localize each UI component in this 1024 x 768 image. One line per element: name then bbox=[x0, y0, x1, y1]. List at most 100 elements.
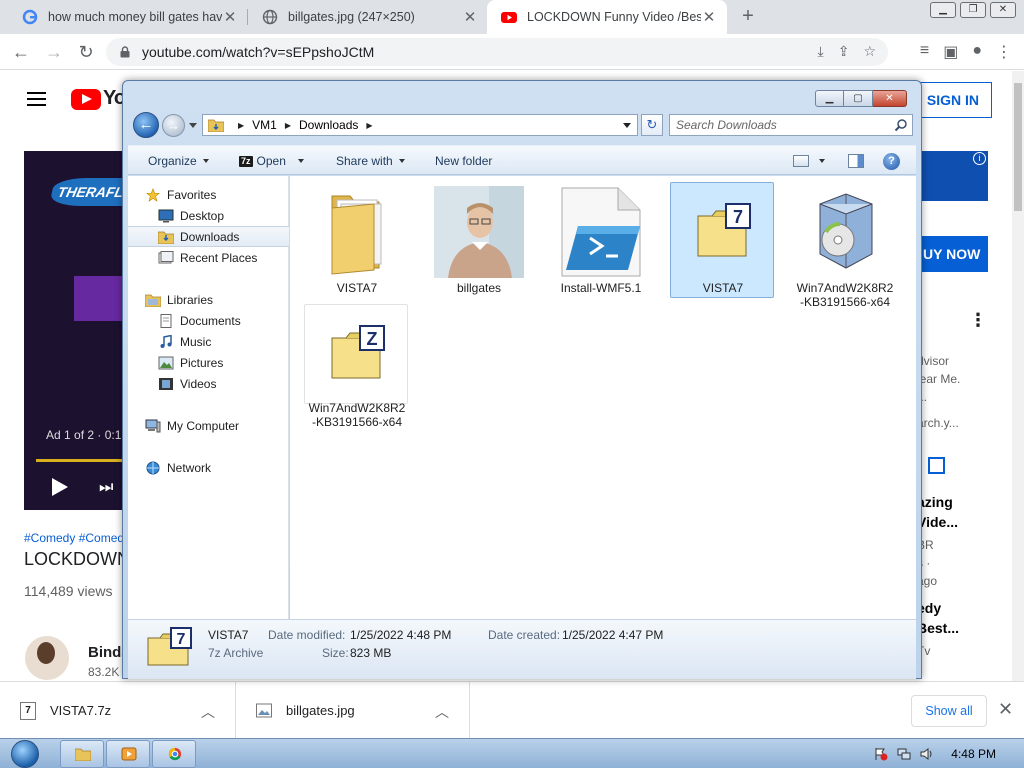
close-shelf-icon[interactable]: ✕ bbox=[998, 699, 1013, 720]
file-item-vista7-archive[interactable]: 7 VISTA7 bbox=[670, 182, 774, 298]
documents-icon bbox=[160, 313, 172, 328]
menu-kebab-icon[interactable]: ⋮ bbox=[996, 42, 1012, 62]
video-player[interactable]: THERAFLU Ad 1 of 2 · 0:1 ⏭ bbox=[24, 151, 124, 510]
scrollbar-thumb[interactable] bbox=[1014, 83, 1022, 211]
address-bar[interactable]: youtube.com/watch?v=sEPpshoJCtM ⤓ ⇪ ☆ bbox=[106, 38, 888, 66]
forward-arrow-icon[interactable]: → bbox=[43, 41, 65, 63]
organize-button[interactable]: Organize bbox=[148, 146, 209, 176]
nav-my-computer[interactable]: My Computer bbox=[128, 415, 289, 436]
help-button[interactable]: ? bbox=[883, 146, 900, 176]
related-video-title-line2[interactable]: Vide... bbox=[917, 514, 958, 530]
explorer-close-button[interactable]: ✕ bbox=[873, 90, 907, 107]
restore-button[interactable]: ❐ bbox=[960, 2, 986, 18]
more-options-icon[interactable]: ⋮ bbox=[969, 310, 987, 331]
breadcrumb[interactable]: ▶ VM1 ▶ Downloads ▶ bbox=[202, 114, 638, 136]
chevron-up-icon[interactable]: ︿ bbox=[201, 702, 215, 722]
new-tab-button[interactable]: + bbox=[737, 5, 759, 27]
share-with-button[interactable]: Share with bbox=[336, 146, 405, 176]
download-item-vista7[interactable]: 7 VISTA7.7z ︿ bbox=[0, 682, 236, 739]
close-button[interactable]: ✕ bbox=[990, 2, 1016, 18]
ad-info-icon[interactable]: i bbox=[973, 152, 986, 165]
file-item-win7-installer[interactable]: Win7AndW2K8R2 -KB3191566-x64 bbox=[792, 182, 896, 309]
tab-billgates-image[interactable]: billgates.jpg (247×250) ✕ bbox=[248, 0, 488, 34]
youtube-logo-icon[interactable] bbox=[71, 89, 101, 110]
download-item-billgates[interactable]: billgates.jpg ︿ bbox=[236, 682, 470, 739]
video-hashtags[interactable]: #Comedy #Comed bbox=[24, 531, 124, 545]
file-item-billgates[interactable]: billgates bbox=[426, 182, 530, 298]
breadcrumb-arrow-icon[interactable]: ▶ bbox=[285, 121, 291, 130]
share-icon[interactable]: ⇪ bbox=[838, 43, 850, 60]
bookmark-star-icon[interactable]: ☆ bbox=[863, 43, 876, 60]
reload-icon[interactable]: ↻ bbox=[75, 41, 97, 63]
chevron-up-icon[interactable]: ︿ bbox=[435, 702, 449, 722]
external-link-icon[interactable] bbox=[928, 457, 945, 474]
play-icon[interactable] bbox=[52, 478, 68, 496]
taskbar-clock[interactable]: 4:48 PM bbox=[951, 747, 996, 761]
media-control-icon[interactable]: ≡ bbox=[920, 42, 929, 62]
tab-google-search[interactable]: how much money bill gates have ✕ bbox=[8, 0, 248, 34]
hamburger-menu-icon[interactable] bbox=[27, 92, 46, 106]
command-bar: Organize 7z Open Share with New folder ? bbox=[128, 145, 916, 175]
channel-avatar[interactable] bbox=[25, 636, 69, 680]
nav-network[interactable]: Network bbox=[128, 457, 289, 478]
nav-videos[interactable]: Videos bbox=[128, 373, 289, 394]
back-arrow-icon[interactable]: ← bbox=[10, 41, 32, 63]
buy-now-button[interactable]: UY NOW bbox=[917, 236, 988, 272]
minimize-button[interactable]: ▁ bbox=[930, 2, 956, 18]
page-scrollbar[interactable] bbox=[1012, 71, 1024, 681]
related-video-2-title-line2[interactable]: Best... bbox=[917, 620, 959, 636]
address-history-dropdown-icon[interactable] bbox=[623, 123, 631, 128]
tab-close-icon[interactable]: ✕ bbox=[462, 8, 478, 26]
show-all-downloads-button[interactable]: Show all bbox=[911, 695, 987, 727]
nav-recent-places[interactable]: Recent Places bbox=[128, 247, 289, 268]
taskbar-media-player-button[interactable] bbox=[106, 740, 150, 768]
sign-in-button[interactable]: SIGN IN bbox=[915, 82, 992, 118]
breadcrumb-arrow-icon[interactable]: ▶ bbox=[366, 121, 372, 130]
next-icon[interactable]: ⏭ bbox=[99, 479, 113, 497]
explorer-maximize-button[interactable]: ▢ bbox=[844, 90, 873, 107]
refresh-icon[interactable]: ↻ bbox=[641, 114, 663, 136]
file-item-win7-archive[interactable]: Z Win7AndW2K8R2 -KB3191566-x64 bbox=[304, 304, 408, 429]
profile-avatar-icon[interactable]: ● bbox=[972, 42, 982, 62]
volume-icon[interactable] bbox=[920, 747, 934, 761]
svg-text:Z: Z bbox=[367, 329, 378, 349]
taskbar-chrome-button[interactable] bbox=[152, 740, 196, 768]
new-folder-button[interactable]: New folder bbox=[435, 146, 492, 176]
action-center-flag-icon[interactable] bbox=[874, 747, 888, 761]
file-item-install-wmf[interactable]: Install-WMF5.1 bbox=[548, 182, 652, 298]
search-box[interactable] bbox=[669, 114, 913, 136]
install-app-icon[interactable]: ⤓ bbox=[818, 43, 824, 60]
change-view-button[interactable] bbox=[793, 146, 825, 176]
related-video-title[interactable]: azing bbox=[917, 494, 953, 510]
tab-youtube-video[interactable]: LOCKDOWN Funny Video /Best / ✕ bbox=[487, 0, 727, 34]
details-pane: 7 VISTA7 7z Archive Date modified: 1/25/… bbox=[128, 619, 916, 679]
forward-arrow-icon[interactable]: → bbox=[162, 114, 185, 137]
file-item-vista7-folder[interactable]: VISTA7 bbox=[304, 182, 408, 298]
network-icon[interactable] bbox=[897, 747, 911, 761]
explorer-minimize-button[interactable]: ▁ bbox=[815, 90, 844, 107]
nav-libraries[interactable]: Libraries bbox=[128, 289, 289, 310]
tab-close-icon[interactable]: ✕ bbox=[701, 8, 717, 26]
tab-close-icon[interactable]: ✕ bbox=[222, 8, 238, 26]
globe-icon bbox=[262, 9, 278, 25]
nav-pictures[interactable]: Pictures bbox=[128, 352, 289, 373]
search-input[interactable] bbox=[670, 118, 880, 132]
taskbar-explorer-button[interactable] bbox=[60, 740, 104, 768]
breadcrumb-arrow-icon[interactable]: ▶ bbox=[238, 121, 244, 130]
open-button[interactable]: 7z Open bbox=[239, 146, 304, 176]
breadcrumb-vm1[interactable]: VM1 bbox=[252, 118, 277, 132]
ad-progress-bar[interactable] bbox=[36, 459, 124, 462]
nav-favorites[interactable]: Favorites bbox=[128, 184, 289, 205]
recent-pages-dropdown-icon[interactable] bbox=[189, 123, 197, 128]
nav-desktop[interactable]: Desktop bbox=[128, 205, 289, 226]
search-icon[interactable] bbox=[894, 118, 908, 132]
start-button[interactable] bbox=[6, 740, 44, 768]
preview-pane-button[interactable] bbox=[848, 146, 864, 176]
side-panel-icon[interactable]: ▣ bbox=[943, 42, 958, 62]
breadcrumb-downloads[interactable]: Downloads bbox=[299, 118, 358, 132]
file-list[interactable]: VISTA7 billgates Install-WMF5.1 7 VISTA7… bbox=[290, 176, 916, 619]
nav-music[interactable]: Music bbox=[128, 331, 289, 352]
nav-downloads[interactable]: Downloads bbox=[128, 226, 289, 247]
back-arrow-icon[interactable]: ← bbox=[133, 112, 159, 138]
nav-documents[interactable]: Documents bbox=[128, 310, 289, 331]
